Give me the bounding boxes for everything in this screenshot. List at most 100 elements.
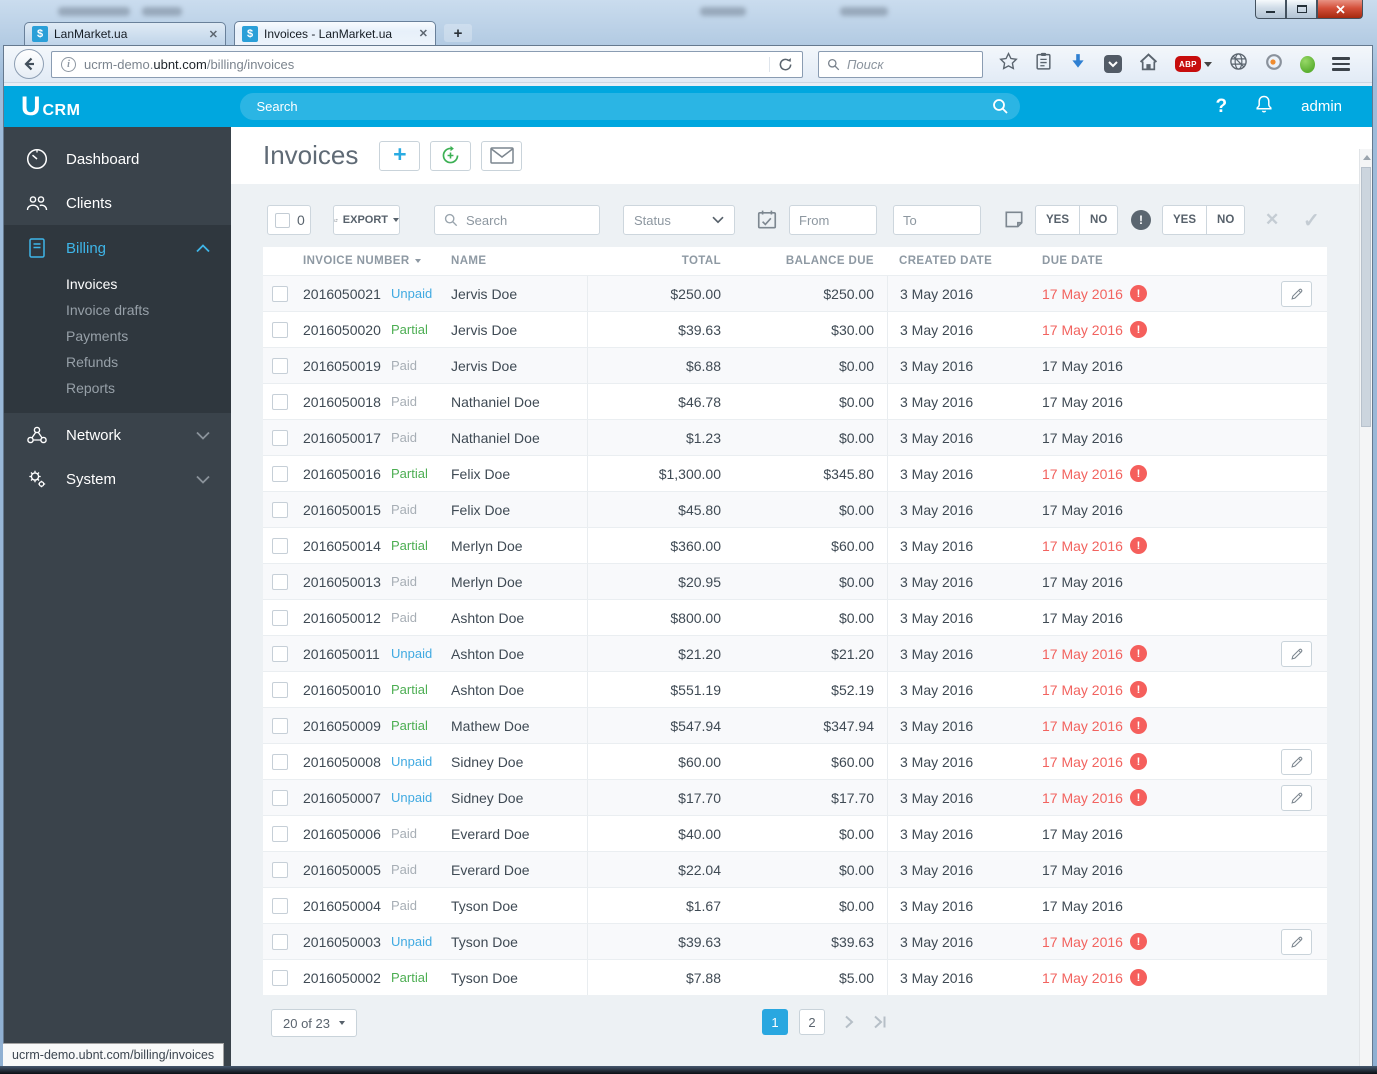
menu-icon[interactable]	[1331, 57, 1350, 71]
date-to-input[interactable]: To	[893, 205, 981, 235]
page-size-select[interactable]: 20 of 23	[271, 1009, 357, 1037]
row-checkbox[interactable]	[272, 465, 288, 482]
privacy-eye-icon[interactable]	[1265, 53, 1283, 76]
invoice-number[interactable]: 2016050006	[303, 826, 391, 842]
invoice-number[interactable]: 2016050021	[303, 286, 391, 302]
ucrm-logo[interactable]: U CRM	[4, 91, 80, 122]
invoice-number[interactable]: 2016050012	[303, 610, 391, 626]
row-checkbox[interactable]	[272, 861, 288, 878]
pocket-icon[interactable]	[1104, 55, 1122, 73]
bookmark-star-icon[interactable]	[999, 52, 1018, 76]
sidebar-item-clients[interactable]: Clients	[4, 181, 231, 225]
row-checkbox[interactable]	[272, 789, 288, 806]
sidebar-item-reports[interactable]: Reports	[4, 375, 231, 401]
sidebar-item-network[interactable]: Network	[4, 413, 231, 457]
invoice-number[interactable]: 2016050007	[303, 790, 391, 806]
proforma-no-button[interactable]: NO	[1206, 206, 1244, 234]
new-tab-button[interactable]: +	[444, 24, 472, 42]
table-row[interactable]: 2016050020 Partial Jervis Doe $39.63 $30…	[263, 311, 1327, 347]
recurring-invoices-button[interactable]	[430, 140, 472, 171]
client-name[interactable]: Nathaniel Doe	[451, 394, 587, 410]
invoice-number[interactable]: 2016050008	[303, 754, 391, 770]
sidebar-item-dashboard[interactable]: Dashboard	[4, 137, 231, 181]
help-button[interactable]: ?	[1216, 96, 1228, 118]
sidebar-item-refunds[interactable]: Refunds	[4, 349, 231, 375]
proxy-globe-icon[interactable]	[1229, 52, 1248, 76]
reload-button[interactable]	[769, 56, 793, 72]
client-name[interactable]: Felix Doe	[451, 502, 587, 518]
table-row[interactable]: 2016050008 Unpaid Sidney Doe $60.00 $60.…	[263, 743, 1327, 779]
table-row[interactable]: 2016050019 Paid Jervis Doe $6.88 $0.00 3…	[263, 347, 1327, 383]
status-select[interactable]: Status	[623, 205, 735, 235]
client-name[interactable]: Jervis Doe	[451, 286, 587, 302]
select-all-control[interactable]: 0	[267, 205, 311, 235]
table-row[interactable]: 2016050006 Paid Everard Doe $40.00 $0.00…	[263, 815, 1327, 851]
table-row[interactable]: 2016050007 Unpaid Sidney Doe $17.70 $17.…	[263, 779, 1327, 815]
tab-invoices[interactable]: $ Invoices - LanMarket.ua ✕	[234, 21, 436, 45]
table-row[interactable]: 2016050012 Paid Ashton Doe $800.00 $0.00…	[263, 599, 1327, 635]
window-maximize-button[interactable]	[1286, 0, 1317, 19]
sidebar-item-invoice-drafts[interactable]: Invoice drafts	[4, 297, 231, 323]
status-green-icon[interactable]	[1299, 55, 1315, 73]
download-icon[interactable]	[1069, 53, 1087, 76]
row-checkbox[interactable]	[272, 897, 288, 914]
row-checkbox[interactable]	[272, 573, 288, 590]
window-titlebar[interactable]	[0, 0, 1377, 22]
client-name[interactable]: Merlyn Doe	[451, 574, 587, 590]
date-from-input[interactable]: From	[789, 205, 877, 235]
row-checkbox[interactable]	[272, 357, 288, 374]
client-name[interactable]: Jervis Doe	[451, 322, 587, 338]
row-checkbox[interactable]	[272, 429, 288, 446]
row-checkbox[interactable]	[272, 537, 288, 554]
sidebar-item-billing[interactable]: Billing	[4, 225, 231, 271]
table-row[interactable]: 2016050003 Unpaid Tyson Doe $39.63 $39.6…	[263, 923, 1327, 959]
row-checkbox[interactable]	[272, 321, 288, 338]
notifications-bell-icon[interactable]	[1254, 94, 1274, 120]
overdue-no-button[interactable]: NO	[1079, 206, 1117, 234]
row-checkbox[interactable]	[272, 825, 288, 842]
invoice-number[interactable]: 2016050004	[303, 898, 391, 914]
table-row[interactable]: 2016050004 Paid Tyson Doe $1.67 $0.00 3 …	[263, 887, 1327, 923]
client-name[interactable]: Mathew Doe	[451, 718, 587, 734]
edit-invoice-button[interactable]	[1281, 929, 1312, 955]
send-invoices-button[interactable]	[481, 140, 523, 171]
header-invoice-number[interactable]: INVOICE NUMBER	[303, 255, 451, 267]
page-1-button[interactable]: 1	[762, 1009, 788, 1035]
client-name[interactable]: Jervis Doe	[451, 358, 587, 374]
add-invoice-button[interactable]: +	[379, 140, 421, 171]
invoice-number[interactable]: 2016050017	[303, 430, 391, 446]
client-name[interactable]: Sidney Doe	[451, 790, 587, 806]
page-scrollbar[interactable]	[1359, 127, 1372, 1066]
header-name[interactable]: NAME	[451, 255, 587, 267]
row-checkbox[interactable]	[272, 753, 288, 770]
sidebar-item-invoices[interactable]: Invoices	[4, 271, 231, 297]
client-name[interactable]: Ashton Doe	[451, 610, 587, 626]
header-total[interactable]: TOTAL	[587, 255, 721, 267]
client-name[interactable]: Ashton Doe	[451, 682, 587, 698]
header-balance-due[interactable]: BALANCE DUE	[721, 255, 887, 267]
client-name[interactable]: Sidney Doe	[451, 754, 587, 770]
export-button[interactable]: EXPORT	[333, 205, 400, 235]
app-search-input[interactable]: Search	[240, 93, 1021, 120]
table-search-input[interactable]: Search	[434, 205, 600, 235]
invoice-number[interactable]: 2016050019	[303, 358, 391, 374]
client-name[interactable]: Felix Doe	[451, 466, 587, 482]
client-name[interactable]: Everard Doe	[451, 826, 587, 842]
table-row[interactable]: 2016050021 Unpaid Jervis Doe $250.00 $25…	[263, 275, 1327, 311]
tab-close-icon[interactable]: ✕	[419, 27, 428, 40]
invoice-number[interactable]: 2016050013	[303, 574, 391, 590]
user-menu[interactable]: admin	[1301, 98, 1342, 115]
table-row[interactable]: 2016050010 Partial Ashton Doe $551.19 $5…	[263, 671, 1327, 707]
url-bar[interactable]: i ucrm-demo.ubnt.com/billing/invoices	[51, 50, 803, 78]
overdue-yes-button[interactable]: YES	[1036, 206, 1079, 234]
client-name[interactable]: Ashton Doe	[451, 646, 587, 662]
page-2-button[interactable]: 2	[799, 1009, 825, 1035]
row-checkbox[interactable]	[272, 645, 288, 662]
invoice-number[interactable]: 2016050002	[303, 970, 391, 986]
next-page-icon[interactable]	[844, 1015, 854, 1029]
table-row[interactable]: 2016050005 Paid Everard Doe $22.04 $0.00…	[263, 851, 1327, 887]
client-name[interactable]: Tyson Doe	[451, 898, 587, 914]
invoice-number[interactable]: 2016050011	[303, 646, 391, 662]
row-checkbox[interactable]	[272, 933, 288, 950]
home-icon[interactable]	[1139, 52, 1158, 76]
